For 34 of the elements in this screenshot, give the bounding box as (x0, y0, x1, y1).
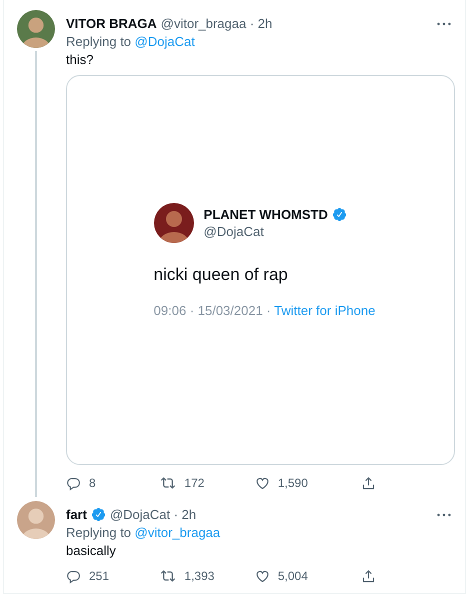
share-icon[interactable] (360, 568, 376, 584)
retweet-icon[interactable] (160, 568, 176, 584)
like-count: 5,004 (278, 568, 308, 584)
source-link[interactable]: Twitter for iPhone (274, 302, 376, 318)
heart-icon[interactable] (254, 568, 270, 584)
author-handle: @DojaCat (204, 224, 265, 238)
tweet-text: this? (66, 52, 94, 67)
handle-and-time: @vitor_bragaa · 2h (160, 16, 272, 31)
more-icon[interactable] (437, 512, 451, 516)
tweet-text: nicki queen of rap (154, 264, 289, 284)
reply-count: 8 (89, 475, 96, 491)
retweet-count: 172 (184, 475, 204, 491)
replying-label: Replying to (66, 34, 132, 49)
retweet-count: 1,393 (184, 568, 214, 584)
retweet-icon[interactable] (160, 475, 176, 491)
reply-icon[interactable] (66, 568, 81, 584)
share-icon[interactable] (360, 476, 376, 490)
avatar[interactable] (154, 202, 194, 242)
tweet-date: 09:06 · 15/03/2021 · (154, 302, 271, 318)
avatar[interactable] (17, 10, 55, 48)
like-count: 1,590 (278, 475, 308, 491)
heart-icon[interactable] (254, 476, 270, 490)
reply-icon[interactable] (66, 476, 81, 490)
author-name: fart (66, 507, 87, 522)
handle-and-time: @DojaCat · 2h (110, 507, 196, 522)
tweet-text: basically (66, 543, 117, 558)
author-name: VITOR BRAGA (66, 16, 157, 31)
mention-link[interactable]: @vitor_bragaa (134, 525, 220, 540)
replying-label: Replying to (66, 525, 132, 540)
more-icon[interactable] (437, 22, 451, 26)
tweet-screenshot[interactable]: PLANET WHOMSTD @DojaCat nicki queen of rap 09:06 · 15/03/2021 · Twitter for iPhone (66, 75, 455, 465)
author-name: PLANET WHOMSTD (204, 206, 328, 222)
mention-link[interactable]: @DojaCat (134, 34, 195, 49)
reply-count: 251 (89, 568, 110, 584)
